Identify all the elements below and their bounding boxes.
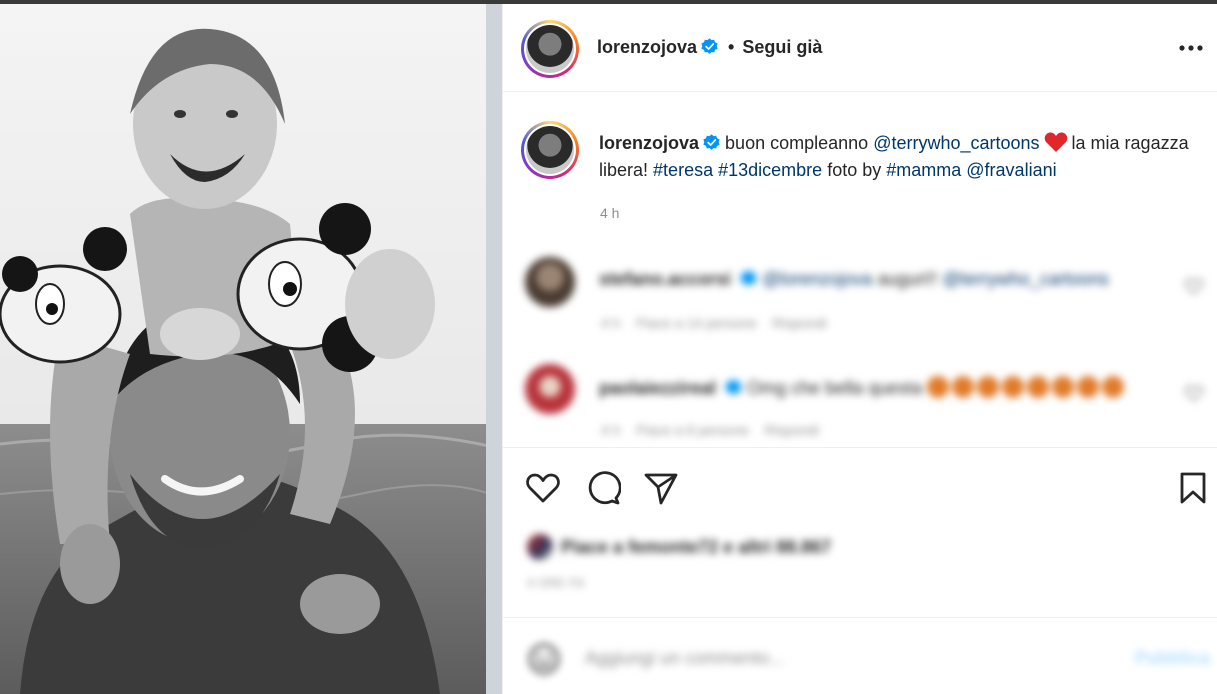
bookmark-save-icon[interactable] <box>1175 470 1211 506</box>
caption-section: lorenzojova buon compleanno @terrywho_ca… <box>503 92 1217 447</box>
comment-meta: 4 h Piace a 8 persone Rispondi <box>601 422 819 438</box>
paper-plane-share-icon[interactable] <box>643 470 679 506</box>
commenter-avatar[interactable] <box>525 364 575 414</box>
comment-time: 4 h <box>601 315 621 331</box>
post-actions: Piace a femonte72 e altri 88.867 4 ORE F… <box>503 447 1217 617</box>
emoji-icon <box>1077 376 1100 398</box>
emoji-smiley-icon[interactable] <box>527 642 561 676</box>
caption-author-avatar[interactable] <box>521 121 579 179</box>
author-username[interactable]: lorenzojova <box>597 37 697 57</box>
likes-text: Piace a femonte72 e altri 88.867 <box>561 537 832 557</box>
like-heart-icon[interactable] <box>525 470 561 506</box>
separator-dot: • <box>728 37 735 57</box>
post-header: lorenzojova • Segui già <box>503 4 1217 92</box>
comment-like-icon[interactable] <box>1184 384 1204 402</box>
follow-status-button[interactable]: Segui già <box>742 37 822 57</box>
comment-text: stefano.accorsi @lorenzojova auguri!! @t… <box>599 269 1109 290</box>
emoji-icon <box>1002 376 1025 398</box>
comment-mention[interactable]: @lorenzojova <box>762 269 872 289</box>
hashtag-link[interactable]: #13dicembre <box>718 160 822 180</box>
emoji-icon <box>1052 376 1075 398</box>
emoji-icon <box>927 376 950 398</box>
commenter-username[interactable]: paolaiezzireal <box>599 378 716 398</box>
reply-button[interactable]: Rispondi <box>772 315 826 331</box>
comment-like-icon[interactable] <box>1184 277 1204 295</box>
emoji-icon <box>1102 376 1125 398</box>
red-heart-emoji-icon <box>1044 131 1068 153</box>
hashtag-link[interactable]: #teresa <box>653 160 713 180</box>
emoji-icon <box>952 376 975 398</box>
verified-badge-icon <box>740 270 757 287</box>
comment-likes[interactable]: Piace a 8 persone <box>636 422 749 438</box>
emoji-row <box>927 376 1127 398</box>
more-options-icon[interactable] <box>1178 38 1204 58</box>
caption-text: lorenzojova buon compleanno @terrywho_ca… <box>599 130 1209 184</box>
post-date: 4 ORE FA <box>527 576 586 590</box>
verified-badge-icon <box>703 132 720 150</box>
author-avatar[interactable] <box>521 20 579 78</box>
post-time[interactable]: 4 h <box>600 205 619 221</box>
comment-mention[interactable]: @terrywho_cartoons <box>943 269 1109 289</box>
comment-item: paolaiezzireal Omg che bella questa 4 h … <box>503 364 1217 454</box>
caption-text-part: buon compleanno <box>725 133 869 153</box>
post-details-panel: lorenzojova • Segui già lorenzojova buon c… <box>502 4 1217 694</box>
liker-avatar <box>527 534 553 560</box>
comment-body: Omg che bella questa <box>747 378 923 398</box>
comment-bubble-icon[interactable] <box>585 470 622 506</box>
caption-text-part: foto by <box>827 160 882 180</box>
hashtag-link[interactable]: #mamma <box>886 160 961 180</box>
add-comment-bar: Aggiungi un commento... Pubblica <box>503 617 1217 694</box>
comment-body: auguri!! <box>877 269 938 289</box>
author-info: lorenzojova • Segui già <box>597 37 822 58</box>
publish-button[interactable]: Pubblica <box>1135 648 1210 669</box>
post-photo[interactable] <box>0 4 502 694</box>
commenter-username[interactable]: stefano.accorsi <box>599 269 731 289</box>
comment-likes[interactable]: Piace a 14 persone <box>636 315 757 331</box>
commenter-avatar[interactable] <box>525 257 575 307</box>
likes-summary[interactable]: Piace a femonte72 e altri 88.867 <box>527 534 831 560</box>
verified-badge-icon <box>701 38 718 55</box>
comment-meta: 4 h Piace a 14 persone Rispondi <box>601 315 827 331</box>
verified-badge-icon <box>725 379 742 396</box>
comment-input[interactable]: Aggiungi un commento... <box>585 648 784 669</box>
caption-mention-link[interactable]: @terrywho_cartoons <box>873 133 1039 153</box>
comment-time: 4 h <box>601 422 621 438</box>
caption-username[interactable]: lorenzojova <box>599 133 699 153</box>
reply-button[interactable]: Rispondi <box>764 422 818 438</box>
comment-text: paolaiezzireal Omg che bella questa <box>599 376 1127 399</box>
emoji-icon <box>1027 376 1050 398</box>
caption-mention-link[interactable]: @fravaliani <box>966 160 1056 180</box>
comment-item: stefano.accorsi @lorenzojova auguri!! @t… <box>503 257 1217 347</box>
emoji-icon <box>977 376 1000 398</box>
